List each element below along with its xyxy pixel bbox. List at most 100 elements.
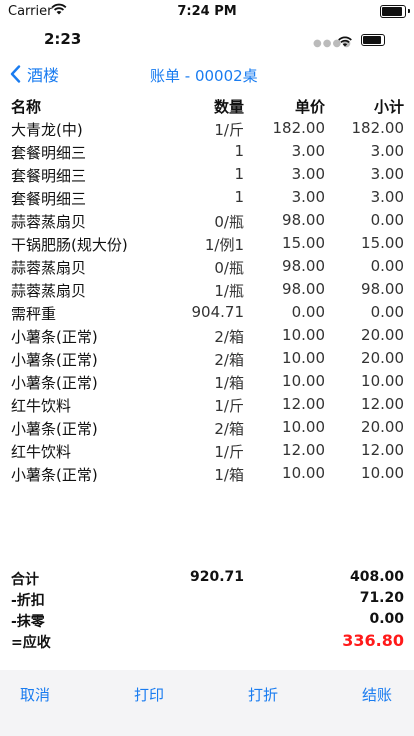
item-qty: 1/箱 [214, 374, 244, 392]
table-row: 大青龙(中) 1/斤 182.00 182.00 [0, 117, 414, 140]
item-subtotal: 10.00 [361, 372, 404, 390]
bottom-toolbar: 取消 打印 打折 结账 [0, 670, 414, 736]
item-subtotal: 98.00 [361, 280, 404, 298]
discount-button[interactable]: 打折 [248, 684, 278, 705]
item-subtotal: 0.00 [370, 303, 404, 321]
item-qty: 2/箱 [214, 420, 244, 438]
rounding-label: -抹零 [11, 614, 45, 630]
item-subtotal: 3.00 [370, 142, 404, 160]
table-row: 红牛饮料 1/斤 12.00 12.00 [0, 393, 414, 416]
system-status-bar: Carrier 7:24 PM [0, 0, 414, 22]
item-price: 3.00 [291, 142, 325, 160]
header-qty: 数量 [213, 98, 244, 116]
item-qty: 0/瓶 [214, 259, 244, 277]
item-name: 套餐明细三 [11, 144, 87, 162]
app-status-time: 2:23 [44, 30, 82, 48]
item-qty: 1/斤 [214, 397, 244, 415]
item-qty: 1 [234, 165, 244, 183]
table-header: 名称 数量 单价 小计 [0, 94, 414, 117]
header-name: 名称 [11, 98, 42, 116]
item-price: 182.00 [272, 119, 326, 137]
item-qty: 1/斤 [214, 121, 244, 139]
item-subtotal: 20.00 [361, 326, 404, 344]
item-subtotal: 15.00 [361, 234, 404, 252]
discount-row: -折扣 71.20 [0, 588, 414, 609]
item-qty: 1 [234, 188, 244, 206]
item-price: 3.00 [291, 165, 325, 183]
item-name: 小薯条(正常) [11, 328, 98, 346]
print-button[interactable]: 打印 [134, 684, 164, 705]
table-row: 套餐明细三 1 3.00 3.00 [0, 140, 414, 163]
total-value: 408.00 [349, 569, 404, 585]
item-subtotal: 20.00 [361, 349, 404, 367]
app-status-bar: 2:23 ●●●● [0, 26, 414, 50]
item-name: 红牛饮料 [11, 397, 72, 415]
cancel-button[interactable]: 取消 [20, 684, 50, 705]
item-price: 10.00 [282, 372, 325, 390]
item-name: 小薯条(正常) [11, 420, 98, 438]
wifi-icon [337, 32, 353, 51]
item-subtotal: 12.00 [361, 395, 404, 413]
battery-nub [408, 9, 410, 13]
rounding-value: 0.00 [369, 611, 404, 627]
table-row: 蒜蓉蒸扇贝 1/瓶 98.00 98.00 [0, 278, 414, 301]
table-row: 小薯条(正常) 2/箱 10.00 20.00 [0, 416, 414, 439]
item-qty: 1/斤 [214, 443, 244, 461]
item-qty: 2/箱 [214, 351, 244, 369]
item-subtotal: 20.00 [361, 418, 404, 436]
total-label: 合计 [11, 572, 39, 588]
item-name: 套餐明细三 [11, 190, 87, 208]
item-name: 套餐明细三 [11, 167, 87, 185]
amount-due-row: =应收 336.80 [0, 630, 414, 651]
item-price: 10.00 [282, 464, 325, 482]
item-subtotal: 182.00 [351, 119, 405, 137]
item-price: 10.00 [282, 349, 325, 367]
item-qty: 1/例1 [204, 236, 244, 254]
battery-icon [380, 5, 406, 18]
item-name: 大青龙(中) [11, 121, 83, 139]
back-button[interactable]: 酒楼 [10, 62, 59, 86]
item-name: 小薯条(正常) [11, 374, 98, 392]
discount-label: -折扣 [11, 593, 45, 609]
item-price: 0.00 [291, 303, 325, 321]
table-row: 小薯条(正常) 1/箱 10.00 10.00 [0, 370, 414, 393]
item-subtotal: 10.00 [361, 464, 404, 482]
page-title: 账单 - 00002桌 [150, 67, 258, 85]
item-subtotal: 3.00 [370, 165, 404, 183]
table-row: 套餐明细三 1 3.00 3.00 [0, 186, 414, 209]
item-subtotal: 0.00 [370, 257, 404, 275]
table-row: 红牛饮料 1/斤 12.00 12.00 [0, 439, 414, 462]
item-price: 98.00 [282, 280, 325, 298]
item-price: 15.00 [282, 234, 325, 252]
table-row: 蒜蓉蒸扇贝 0/瓶 98.00 0.00 [0, 209, 414, 232]
item-price: 12.00 [282, 395, 325, 413]
bill-table: 名称 数量 单价 小计 大青龙(中) 1/斤 182.00 182.00 套餐明细三 1 3… [0, 94, 414, 485]
item-name: 小薯条(正常) [11, 351, 98, 369]
item-name: 蒜蓉蒸扇贝 [11, 282, 87, 300]
header-subtotal: 小计 [373, 98, 404, 116]
item-qty: 1 [234, 142, 244, 160]
battery-icon [361, 34, 385, 46]
item-name: 红牛饮料 [11, 443, 72, 461]
system-time: 7:24 PM [177, 4, 237, 19]
item-subtotal: 12.00 [361, 441, 404, 459]
checkout-button[interactable]: 结账 [362, 684, 392, 705]
item-price: 10.00 [282, 418, 325, 436]
item-name: 需秤重 [11, 305, 57, 323]
item-name: 蒜蓉蒸扇贝 [11, 259, 87, 277]
header-price: 单价 [294, 98, 325, 116]
navigation-bar: 酒楼 账单 - 00002桌 [0, 60, 414, 88]
table-row: 套餐明细三 1 3.00 3.00 [0, 163, 414, 186]
item-name: 蒜蓉蒸扇贝 [11, 213, 87, 231]
table-row: 蒜蓉蒸扇贝 0/瓶 98.00 0.00 [0, 255, 414, 278]
item-qty: 1/瓶 [214, 282, 244, 300]
item-qty: 1/箱 [214, 466, 244, 484]
item-qty: 2/箱 [214, 328, 244, 346]
item-price: 3.00 [291, 188, 325, 206]
table-row: 小薯条(正常) 1/箱 10.00 10.00 [0, 462, 414, 485]
item-subtotal: 3.00 [370, 188, 404, 206]
item-subtotal: 0.00 [370, 211, 404, 229]
table-row: 干锅肥肠(规大份) 1/例1 15.00 15.00 [0, 232, 414, 255]
table-body: 大青龙(中) 1/斤 182.00 182.00 套餐明细三 1 3.00 3.00 套餐明细三… [0, 117, 414, 485]
amount-due-label: =应收 [11, 635, 51, 651]
